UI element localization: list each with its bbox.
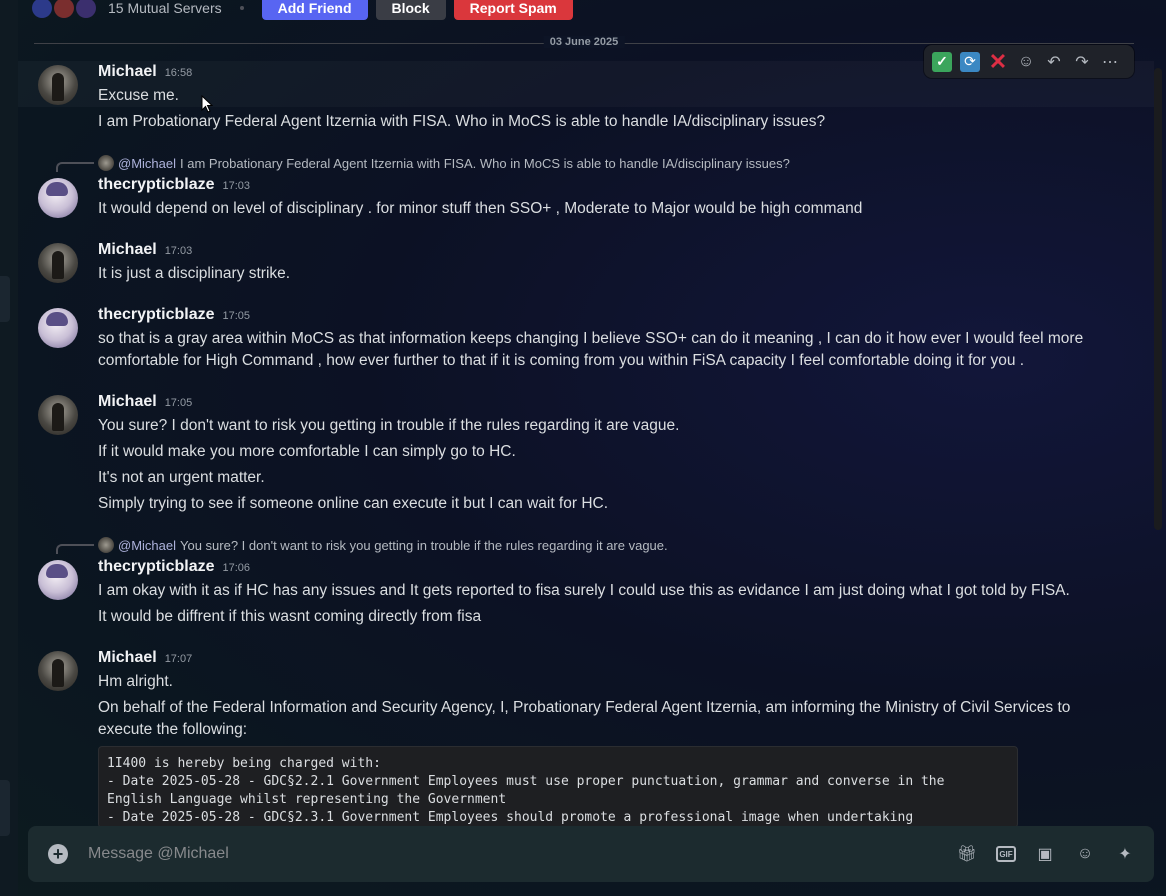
message-group: Michael 17:07 Hm alright. On behalf of th… <box>98 649 1114 741</box>
timestamp: 17:05 <box>222 310 251 322</box>
mouse-cursor-icon <box>201 95 213 113</box>
author-name[interactable]: Michael <box>98 241 157 259</box>
timestamp: 16:58 <box>164 67 193 79</box>
author-name[interactable]: thecrypticblaze <box>98 306 214 324</box>
reply-preview[interactable]: @Michael You sure? I don't want to risk … <box>98 536 668 554</box>
message-line: comfortable for High Command , how ever … <box>98 352 1025 369</box>
gift-icon[interactable]: 🎁︎ <box>956 843 978 865</box>
message-line: Excuse me. <box>98 87 179 104</box>
timestamp: 17:03 <box>222 180 251 192</box>
add-friend-button[interactable]: Add Friend <box>261 0 368 20</box>
timestamp: 17:05 <box>164 397 193 409</box>
profile-header-actions: 15 Mutual Servers Add Friend Block Repor… <box>32 0 573 20</box>
scrollbar-track[interactable] <box>1154 0 1162 896</box>
message-group: Michael 17:05 You sure? I don't want to r… <box>98 393 1114 515</box>
server-icon <box>76 0 96 18</box>
avatar[interactable] <box>38 243 78 283</box>
sidebar-notch <box>0 780 10 836</box>
message-line: I am okay with it as if HC has any issue… <box>98 582 1070 599</box>
gif-icon[interactable]: GIF <box>996 846 1016 862</box>
message-group: Michael 17:03 It is just a disciplinary s… <box>98 241 1114 285</box>
mutual-server-icons[interactable] <box>32 0 96 18</box>
message-group: thecrypticblaze 17:05 so that is a gray a… <box>98 306 1114 372</box>
message-line: You sure? I don't want to risk you getti… <box>98 417 680 434</box>
reply-mention: @Michael <box>118 537 176 553</box>
timestamp: 17:03 <box>164 245 193 257</box>
avatar[interactable] <box>38 560 78 600</box>
server-icon <box>54 0 74 18</box>
sticker-icon[interactable]: ▣ <box>1034 843 1056 865</box>
timestamp: 17:07 <box>164 653 193 665</box>
author-name[interactable]: Michael <box>98 649 157 667</box>
reply-text: You sure? I don't want to risk you getti… <box>180 537 668 553</box>
avatar[interactable] <box>38 178 78 218</box>
message-line: so that is a gray area within MoCS as th… <box>98 330 1084 347</box>
reply-preview[interactable]: @Michael I am Probationary Federal Agent… <box>98 154 790 172</box>
reply-connector <box>56 162 94 172</box>
block-button[interactable]: Block <box>375 0 446 20</box>
attach-plus-icon[interactable]: + <box>48 844 68 864</box>
message-line: Hm alright. <box>98 673 173 690</box>
author-name[interactable]: thecrypticblaze <box>98 176 214 194</box>
avatar[interactable] <box>38 651 78 691</box>
message-line: It's not an urgent matter. <box>98 469 265 486</box>
message-line: I am Probationary Federal Agent Itzernia… <box>98 113 826 130</box>
reply-avatar <box>98 537 114 553</box>
guild-sidebar-edge <box>0 0 18 896</box>
chat-main: 15 Mutual Servers Add Friend Block Repor… <box>18 0 1154 896</box>
date-divider-label: 03 June 2025 <box>543 36 625 48</box>
avatar[interactable] <box>38 395 78 435</box>
message-line: If it would make you more comfortable I … <box>98 443 516 460</box>
timestamp: 17:06 <box>222 562 251 574</box>
sidebar-notch <box>0 276 10 322</box>
separator-dot <box>239 6 244 10</box>
message-group: Michael 16:58 Excuse me. I am Probationar… <box>98 63 1114 133</box>
message-input[interactable] <box>88 845 956 863</box>
message-composer: + 🎁︎ GIF ▣ ☺ ✦ <box>28 826 1154 882</box>
message-line: execute the following: <box>98 721 248 738</box>
author-name[interactable]: thecrypticblaze <box>98 558 214 576</box>
apps-icon[interactable]: ✦ <box>1114 843 1136 865</box>
message-group: thecrypticblaze 17:03 It would depend on … <box>98 176 1114 220</box>
avatar[interactable] <box>38 65 78 105</box>
message-line: Simply trying to see if someone online c… <box>98 495 609 512</box>
message-line: It would be diffrent if this wasnt comin… <box>98 608 482 625</box>
code-block: 1I400 is hereby being charged with: - Da… <box>98 746 1018 828</box>
server-icon <box>32 0 52 18</box>
reply-avatar <box>98 155 114 171</box>
avatar[interactable] <box>38 308 78 348</box>
scrollbar-thumb[interactable] <box>1154 68 1162 530</box>
message-group: thecrypticblaze 17:06 I am okay with it a… <box>98 558 1114 628</box>
emoji-icon[interactable]: ☺ <box>1074 843 1096 865</box>
reply-mention: @Michael <box>118 155 176 171</box>
message-line: On behalf of the Federal Information and… <box>98 699 1071 716</box>
reply-connector <box>56 544 94 554</box>
reply-text: I am Probationary Federal Agent Itzernia… <box>180 155 790 171</box>
author-name[interactable]: Michael <box>98 393 157 411</box>
message-line: It is just a disciplinary strike. <box>98 265 291 282</box>
message-line: It would depend on level of disciplinary… <box>98 200 863 217</box>
author-name[interactable]: Michael <box>98 63 157 81</box>
date-divider: 03 June 2025 <box>34 36 1134 48</box>
mutual-servers-link[interactable]: 15 Mutual Servers <box>108 0 222 16</box>
report-spam-button[interactable]: Report Spam <box>453 0 573 20</box>
